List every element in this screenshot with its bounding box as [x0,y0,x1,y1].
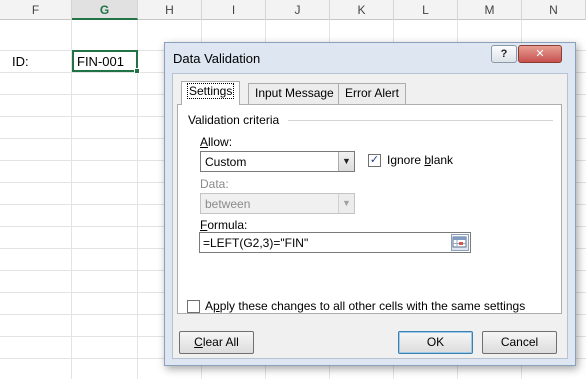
close-button[interactable]: ✕ [518,45,562,63]
data-label: Data: [200,177,229,191]
formula-input[interactable]: =LEFT(G2,3)="FIN" [199,232,471,253]
cell-g2-selected[interactable]: FIN-001 [72,50,138,72]
gridline [71,20,72,379]
dialog-client-area: Settings Input Message Error Alert Valid… [172,73,568,359]
tab-settings-label: Settings [186,83,235,99]
column-header-l[interactable]: L [394,0,458,20]
fill-handle[interactable] [134,68,140,74]
dialog-titlebar[interactable]: Data Validation ? ✕ [165,43,575,73]
chevron-down-icon: ▼ [338,194,354,213]
checkmark-icon: ✓ [369,154,380,166]
group-divider [288,120,553,121]
settings-panel: Validation criteria Allow: Custom ▼ ✓ Ig… [177,104,562,314]
tab-settings[interactable]: Settings [181,81,241,105]
ignore-blank-label[interactable]: Ignore blank [387,153,453,167]
cancel-button[interactable]: Cancel [482,331,557,354]
allow-dropdown[interactable]: Custom ▼ [200,151,355,172]
column-header-i[interactable]: I [202,0,266,20]
dialog-title: Data Validation [173,51,261,66]
validation-criteria-label: Validation criteria [188,113,280,127]
allow-label: Allow: [200,135,233,149]
formula-label: Formula: [200,218,248,232]
data-dropdown: between ▼ [200,193,355,214]
ok-button[interactable]: OK [398,331,473,354]
clear-all-button[interactable]: Clear All [179,331,254,354]
column-header-g[interactable]: G [72,0,138,20]
range-selector-icon[interactable] [451,234,469,251]
column-header-n[interactable]: N [522,0,586,20]
formula-value: =LEFT(G2,3)="FIN" [203,236,309,250]
chevron-down-icon[interactable]: ▼ [338,152,354,171]
help-button[interactable]: ? [491,45,517,63]
data-dropdown-value: between [205,197,251,211]
column-header-row: F G H I J K L M N [0,0,586,20]
tab-error-alert[interactable]: Error Alert [338,83,407,104]
tab-input-message[interactable]: Input Message [248,83,341,104]
column-header-k[interactable]: K [330,0,394,20]
column-header-h[interactable]: H [138,0,202,20]
column-header-f[interactable]: F [0,0,72,20]
cell-f2[interactable]: ID: [12,54,29,69]
column-header-j[interactable]: J [266,0,330,20]
apply-all-checkbox[interactable] [187,300,200,313]
apply-all-label[interactable]: Apply these changes to all other cells w… [205,299,525,313]
allow-dropdown-value: Custom [205,155,247,169]
column-header-m[interactable]: M [458,0,522,20]
ignore-blank-checkbox[interactable]: ✓ [368,154,381,167]
data-validation-dialog: Data Validation ? ✕ Settings Input Messa… [164,42,576,366]
